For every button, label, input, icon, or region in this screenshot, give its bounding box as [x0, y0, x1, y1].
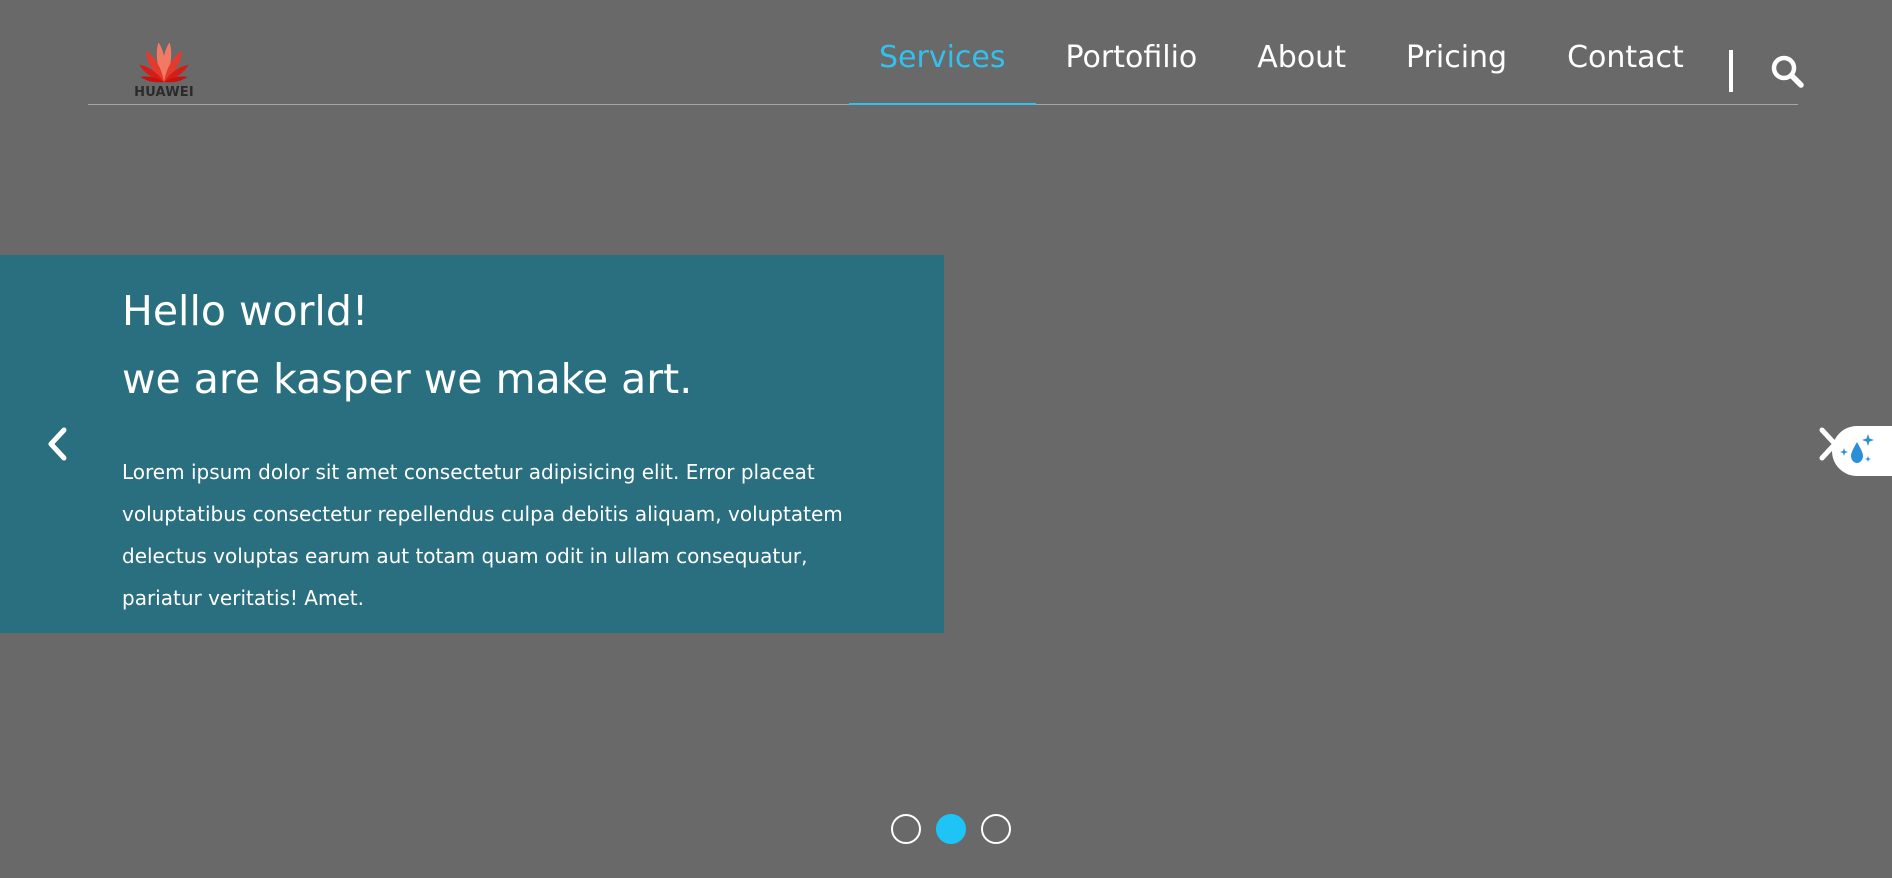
nav-item-label: Portofilio [1065, 39, 1198, 75]
nav-item-contact[interactable]: Contact [1537, 0, 1714, 104]
hero-title-line1: Hello world! [122, 287, 369, 335]
search-button[interactable] [1770, 54, 1806, 90]
nav-item-label: Contact [1567, 39, 1684, 75]
nav-item-label: Services [879, 39, 1006, 75]
water-drop-sparkle-icon [1840, 434, 1874, 463]
huawei-petals-icon [139, 42, 189, 83]
nav-item-services[interactable]: Services [849, 0, 1036, 105]
slider-dot-3[interactable] [981, 814, 1011, 844]
slider-pagination [891, 814, 1011, 844]
hero-slide-panel: Hello world! we are kasper we make art. … [0, 255, 944, 633]
nav-item-portofilio[interactable]: Portofilio [1036, 0, 1228, 104]
chevron-left-icon [48, 427, 67, 461]
huawei-logo[interactable]: HUAWEI [132, 38, 198, 102]
hero-body-text: Lorem ipsum dolor sit amet consectetur a… [122, 460, 843, 610]
logo-wordmark: HUAWEI [134, 85, 194, 100]
site-header: HUAWEI Services Portofilio About Pricing… [88, 0, 1804, 105]
nav-item-pricing[interactable]: Pricing [1376, 0, 1537, 104]
hero-title-line2: we are kasper we make art. [122, 355, 693, 403]
search-icon [1771, 55, 1804, 88]
slider-prev-button[interactable] [44, 424, 72, 464]
nav-item-label: About [1257, 39, 1346, 75]
nav-divider [1729, 50, 1733, 92]
nav-item-about[interactable]: About [1227, 0, 1376, 104]
floating-clean-widget[interactable] [1832, 426, 1892, 476]
main-nav: Services Portofilio About Pricing Contac… [849, 0, 1714, 105]
hero-title: Hello world! we are kasper we make art. [122, 277, 922, 413]
slider-dot-1[interactable] [891, 814, 921, 844]
slider-dot-2[interactable] [936, 814, 966, 844]
nav-item-label: Pricing [1405, 39, 1508, 75]
